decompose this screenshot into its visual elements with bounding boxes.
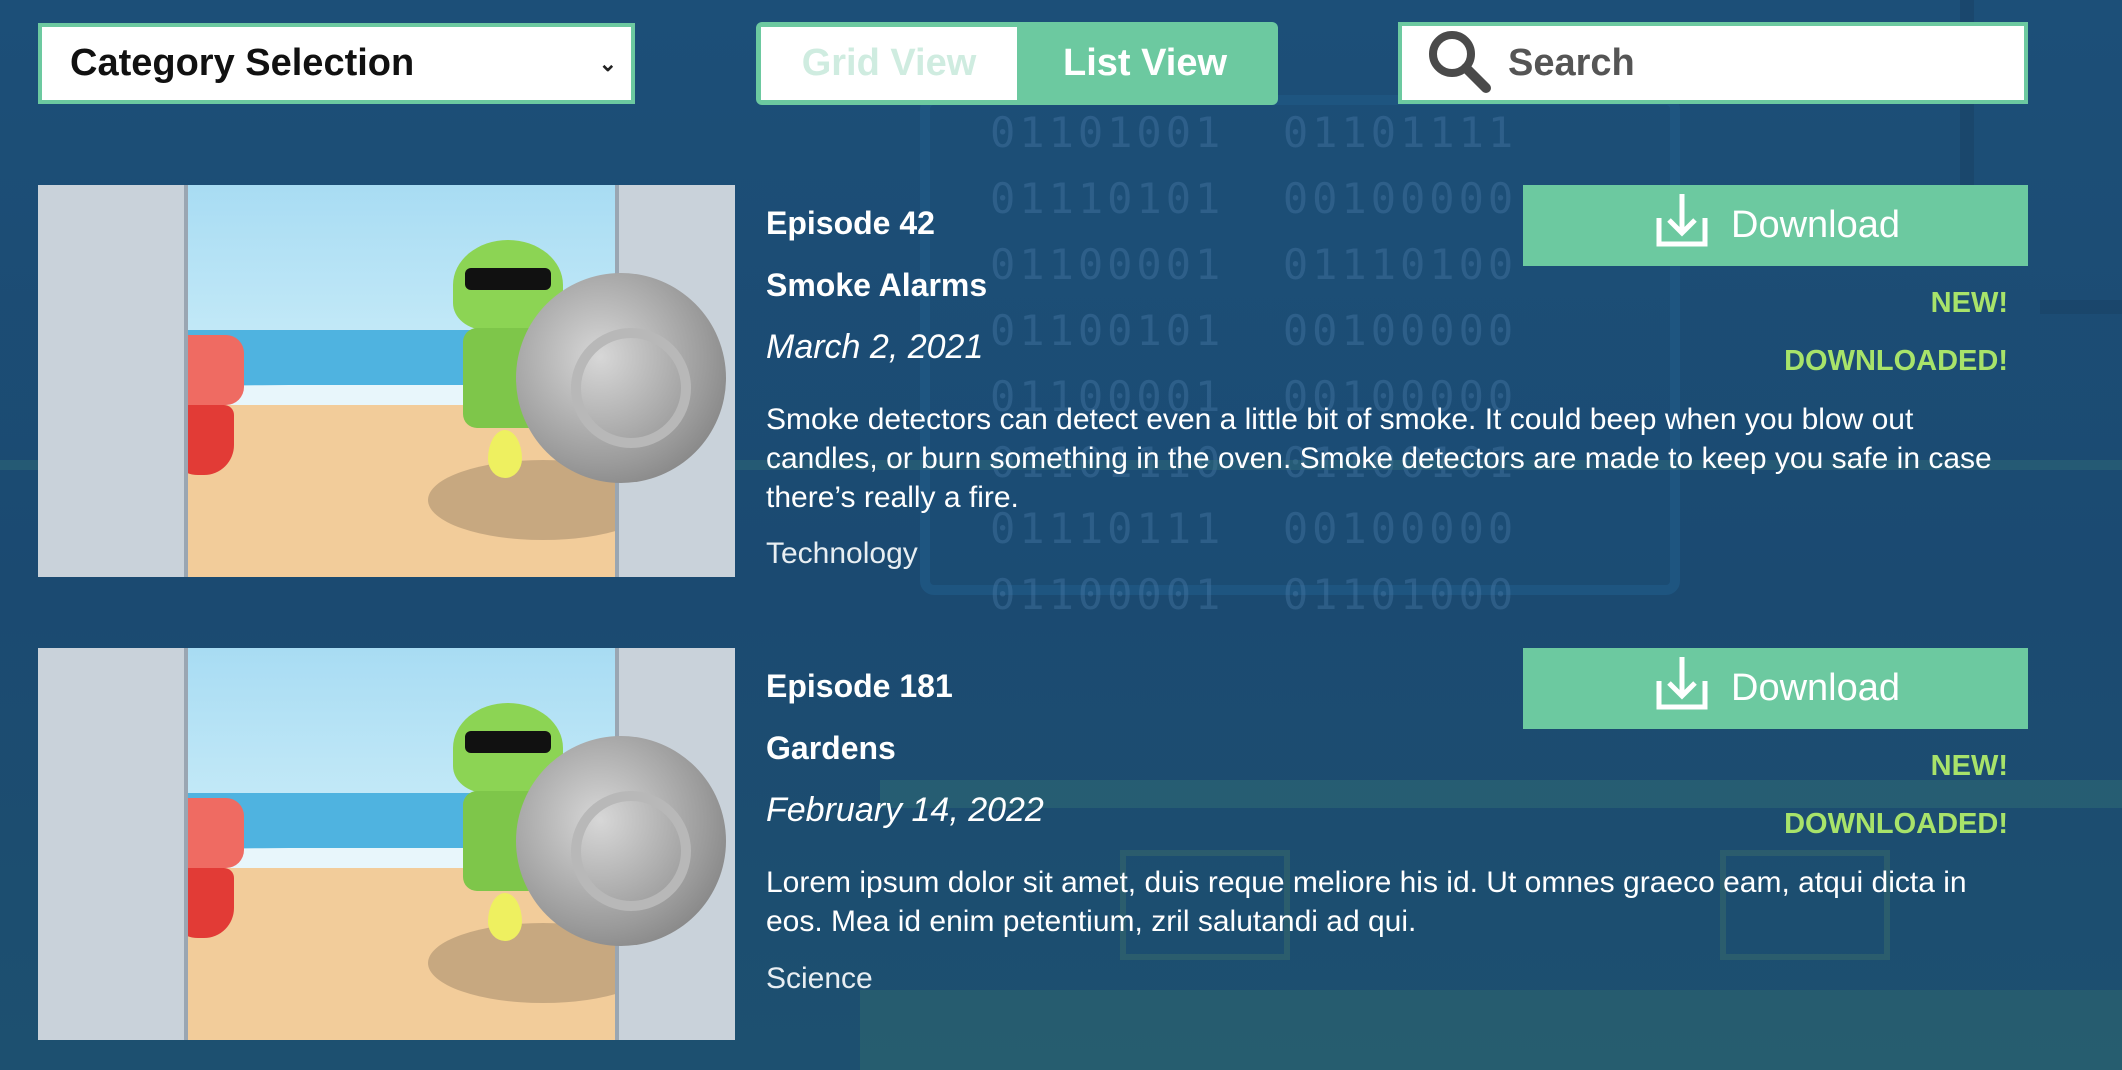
episode-category: Science — [766, 962, 873, 995]
download-button[interactable]: Download — [1523, 648, 2028, 729]
search-icon — [1424, 26, 1494, 100]
new-badge: NEW! — [1930, 750, 2008, 782]
downloaded-badge: DOWNLOADED! — [1784, 808, 2008, 840]
download-icon — [1651, 190, 1713, 262]
grid-view-button[interactable]: Grid View — [761, 27, 1017, 100]
episode-date: February 14, 2022 — [766, 791, 1044, 829]
episode-number: Episode 42 — [766, 205, 935, 241]
chevron-down-icon: ⌄ — [598, 51, 617, 76]
episode-category: Technology — [766, 537, 918, 570]
download-button[interactable]: Download — [1523, 185, 2028, 266]
episode-thumbnail[interactable] — [38, 185, 735, 577]
download-button-label: Download — [1731, 204, 1900, 246]
new-badge: NEW! — [1930, 287, 2008, 319]
episode-number: Episode 181 — [766, 668, 953, 704]
episode-title[interactable]: Gardens — [766, 730, 896, 767]
search-input[interactable]: Search — [1508, 42, 1635, 85]
list-view-button[interactable]: List View — [1017, 27, 1273, 100]
downloaded-badge: DOWNLOADED! — [1784, 345, 2008, 377]
episode-title[interactable]: Smoke Alarms — [766, 267, 987, 304]
download-icon — [1651, 653, 1713, 725]
download-button-label: Download — [1731, 667, 1900, 709]
episode-date: March 2, 2021 — [766, 328, 984, 366]
episode-description: Lorem ipsum dolor sit amet, duis reque m… — [766, 866, 1967, 938]
search-box[interactable]: Search — [1398, 22, 2028, 104]
category-select-label: Category Selection — [70, 42, 415, 84]
episode-description: Smoke detectors can detect even a little… — [766, 403, 1992, 514]
category-select[interactable]: Category Selection ⌄ — [38, 23, 635, 104]
view-toggle: Grid View List View — [756, 22, 1278, 105]
episode-thumbnail[interactable] — [38, 648, 735, 1040]
